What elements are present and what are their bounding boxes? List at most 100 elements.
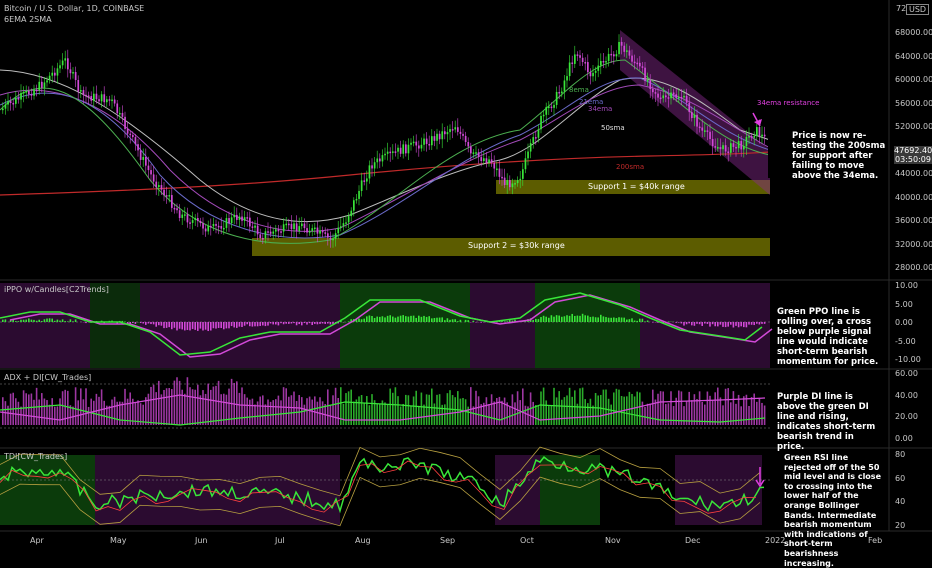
candle-body — [51, 73, 53, 76]
ppo-hist-bar — [597, 317, 599, 322]
candle-body — [189, 222, 191, 224]
candle-body — [532, 137, 534, 143]
candle-body — [155, 182, 157, 187]
ppo-hist-bar — [179, 322, 181, 329]
ppo-hist-bar — [509, 320, 511, 322]
candle-body — [727, 152, 729, 154]
candle-body — [696, 115, 698, 127]
ppo-hist-bar — [436, 318, 438, 322]
ppo-hist-bar — [265, 322, 267, 326]
candle-body — [124, 117, 126, 129]
currency-button[interactable]: USD — [906, 4, 929, 15]
candle-body — [613, 54, 615, 56]
ppo-hist-bar — [215, 322, 217, 329]
adx-hist-bar — [631, 394, 633, 425]
ppo-hist-bar — [322, 322, 324, 323]
ppo-hist-bar — [652, 322, 654, 323]
adx-hist-bar — [96, 394, 98, 425]
candle-body — [545, 107, 547, 115]
ppo-hist-bar — [293, 322, 295, 323]
candle-body — [694, 115, 696, 118]
tdi-pane-title[interactable]: TDI[CW_Trades] — [4, 452, 67, 461]
candle-body — [96, 94, 98, 99]
ppo-hist-bar — [348, 321, 350, 322]
adx-hist-bar — [748, 406, 750, 425]
ppo-hist-bar — [395, 318, 397, 322]
ppo-hist-bar — [36, 321, 38, 322]
ppo-hist-bar — [444, 320, 446, 322]
ppo-hist-bar — [205, 322, 207, 330]
candle-body — [12, 103, 14, 105]
adx-hist-bar — [148, 394, 150, 425]
candle-body — [738, 141, 740, 148]
adx-hist-bar — [163, 390, 165, 425]
candle-body — [756, 127, 758, 136]
adx-hist-bar — [38, 400, 40, 425]
candle-body — [145, 157, 147, 166]
ppo-pane-title[interactable]: iPPO w/Candles[C2Trends] — [4, 285, 109, 294]
ppo-hist-bar — [145, 322, 147, 325]
candle-body — [304, 224, 306, 229]
adx-hist-bar — [387, 405, 389, 425]
axis-tick-label: 80 — [895, 450, 905, 459]
candle-body — [109, 99, 111, 101]
ppo-hist-bar — [314, 322, 316, 324]
candle-body — [551, 107, 553, 109]
adx-hist-bar — [153, 385, 155, 425]
adx-hist-bar — [176, 377, 178, 425]
candle-body — [566, 76, 568, 80]
ppo-hist-bar — [207, 322, 209, 331]
ppo-hist-bar — [163, 322, 165, 328]
candle-body — [210, 226, 212, 228]
axis-tick-label: 36000.00 — [895, 216, 932, 225]
adx-hist-bar — [639, 392, 641, 425]
candle-body — [603, 61, 605, 63]
candle-body — [267, 231, 269, 233]
ppo-hist-bar — [311, 322, 313, 325]
ppo-bg-segment — [245, 283, 340, 368]
ppo-hist-bar — [701, 322, 703, 326]
candle-body — [525, 158, 527, 169]
tradingview-chart: Bitcoin / U.S. Dollar, 1D, COINBASE 6EMA… — [0, 0, 932, 550]
ppo-hist-bar — [228, 322, 230, 328]
adx-hist-bar — [179, 381, 181, 425]
adx-hist-bar — [402, 404, 404, 425]
adx-hist-bar — [158, 381, 160, 425]
adx-hist-bar — [439, 394, 441, 425]
ppo-hist-bar — [683, 322, 685, 326]
candle-body — [735, 147, 737, 149]
ppo-hist-bar — [717, 322, 719, 326]
adx-hist-bar — [109, 406, 111, 425]
adx-hist-bar — [358, 396, 360, 425]
ppo-hist-bar — [249, 322, 251, 326]
sma50-label: 50sma — [601, 124, 625, 132]
candle-body — [535, 137, 537, 139]
ppo-hist-bar — [569, 316, 571, 322]
ppo-hist-bar — [668, 321, 670, 322]
ppo-hist-bar — [712, 322, 714, 324]
candle-body — [678, 97, 680, 99]
candle-body — [197, 218, 199, 221]
candle-body — [332, 239, 334, 241]
adx-pane-title[interactable]: ADX + DI[CW_Trades] — [4, 373, 91, 382]
adx-hist-bar — [259, 397, 261, 425]
candle-body — [25, 91, 27, 93]
adx-hist-bar — [103, 401, 105, 425]
adx-hist-bar — [652, 390, 654, 425]
ppo-hist-bar — [623, 318, 625, 322]
ppo-hist-bar — [738, 322, 740, 327]
candle-body — [530, 143, 532, 151]
candle-body — [363, 180, 365, 182]
ppo-hist-bar — [67, 321, 69, 322]
candle-body — [616, 54, 618, 56]
candle-body — [584, 62, 586, 64]
adx-annotation: Purple DI line is above the green DI lin… — [777, 392, 883, 452]
candle-body — [296, 223, 298, 231]
adx-hist-bar — [278, 396, 280, 425]
ppo-hist-bar — [270, 322, 272, 323]
ppo-hist-bar — [434, 318, 436, 322]
adx-hist-bar — [111, 400, 113, 425]
ppo-hist-bar — [467, 320, 469, 322]
candle-body — [41, 82, 43, 88]
ppo-hist-bar — [675, 322, 677, 323]
